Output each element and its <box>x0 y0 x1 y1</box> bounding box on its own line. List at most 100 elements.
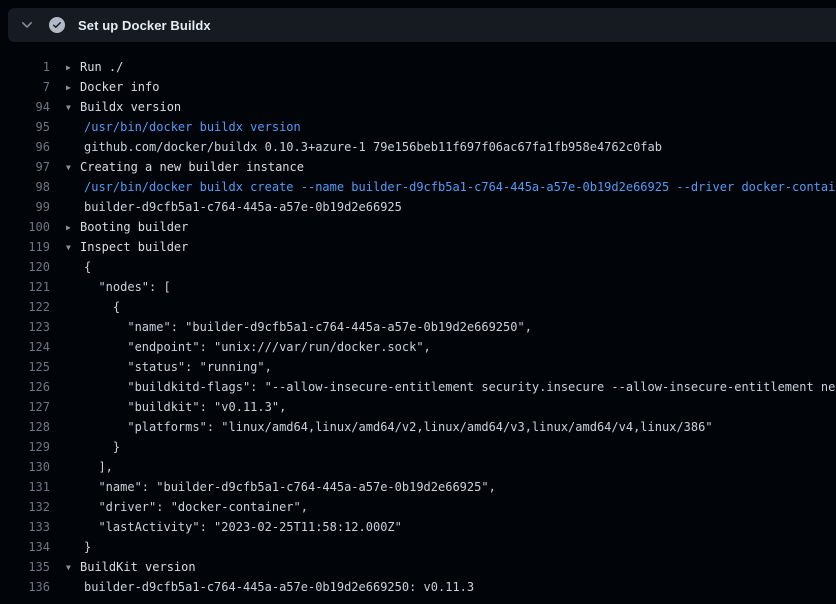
log-line: 133 "lastActivity": "2023-02-25T11:58:12… <box>0 517 836 537</box>
log-text: { <box>84 260 91 274</box>
line-number[interactable]: 121 <box>0 277 50 297</box>
log-line: 98/usr/bin/docker buildx create --name b… <box>0 177 836 197</box>
log-text: } <box>84 440 120 454</box>
line-number[interactable]: 135 <box>0 557 50 577</box>
log-line-body[interactable]: ▶Docker info <box>50 77 159 97</box>
log-line-body[interactable]: ▼Creating a new builder instance <box>50 157 304 177</box>
group-collapse-icon[interactable]: ▼ <box>66 98 80 117</box>
log-line: 125 "status": "running", <box>0 357 836 377</box>
line-number[interactable]: 120 <box>0 257 50 277</box>
log-line: 99 builder-d9cfb5a1-c764-445a-a57e-0b19d2… <box>0 197 836 217</box>
chevron-down-icon[interactable] <box>19 17 35 33</box>
log-line-body[interactable]: ▼Inspect builder <box>50 237 188 257</box>
log-line: 136 builder-d9cfb5a1-c764-445a-a57e-0b19d… <box>0 577 836 597</box>
line-number[interactable]: 96 <box>0 137 50 157</box>
log-line: 123 "name": "builder-d9cfb5a1-c764-445a-… <box>0 317 836 337</box>
line-number[interactable]: 97 <box>0 157 50 177</box>
log-text: "platforms": "linux/amd64,linux/amd64/v2… <box>84 420 713 434</box>
log-line-body: { <box>50 257 91 277</box>
log-text: "endpoint": "unix:///var/run/docker.sock… <box>84 340 431 354</box>
log-group-header: 100▶Booting builder <box>0 217 836 237</box>
log-text: Creating a new builder instance <box>80 160 304 174</box>
log-line-body: { <box>50 297 120 317</box>
log-text: github.com/docker/buildx 0.10.3+azure-1 … <box>84 140 662 154</box>
log-line-body: ], <box>50 457 113 477</box>
log-line-body: } <box>50 437 120 457</box>
log-text: /usr/bin/docker buildx version <box>84 120 301 134</box>
log-text: builder-d9cfb5a1-c764-445a-a57e-0b19d2e6… <box>84 200 402 214</box>
log-line-body: builder-d9cfb5a1-c764-445a-a57e-0b19d2e6… <box>50 197 402 217</box>
log-text: } <box>84 540 91 554</box>
log-line: 132 "driver": "docker-container", <box>0 497 836 517</box>
log-group-header: 1▶Run ./ <box>0 57 836 77</box>
line-number[interactable]: 128 <box>0 417 50 437</box>
log-text: /usr/bin/docker buildx create --name bui… <box>84 180 836 194</box>
step-header[interactable]: Set up Docker Buildx <box>8 8 836 42</box>
log-line-body: "endpoint": "unix:///var/run/docker.sock… <box>50 337 431 357</box>
log-line: 122 { <box>0 297 836 317</box>
log-line: 121 "nodes": [ <box>0 277 836 297</box>
line-number[interactable]: 124 <box>0 337 50 357</box>
log-line-body[interactable]: ▼BuildKit version <box>50 557 196 577</box>
group-expand-icon[interactable]: ▶ <box>66 58 80 77</box>
log-line-body: "status": "running", <box>50 357 272 377</box>
log-line-body: builder-d9cfb5a1-c764-445a-a57e-0b19d2e6… <box>50 577 474 597</box>
line-number[interactable]: 100 <box>0 217 50 237</box>
line-number[interactable]: 1 <box>0 57 50 77</box>
line-number[interactable]: 134 <box>0 537 50 557</box>
log-line: 95/usr/bin/docker buildx version <box>0 117 836 137</box>
line-number[interactable]: 95 <box>0 117 50 137</box>
log-line-body: "platforms": "linux/amd64,linux/amd64/v2… <box>50 417 713 437</box>
line-number[interactable]: 94 <box>0 97 50 117</box>
log-line: 96 github.com/docker/buildx 0.10.3+azure-… <box>0 137 836 157</box>
log-text: "name": "builder-d9cfb5a1-c764-445a-a57e… <box>84 480 496 494</box>
log-text: "driver": "docker-container", <box>84 500 308 514</box>
log-line: 127 "buildkit": "v0.11.3", <box>0 397 836 417</box>
group-collapse-icon[interactable]: ▼ <box>66 158 80 177</box>
line-number[interactable]: 7 <box>0 77 50 97</box>
line-number[interactable]: 127 <box>0 397 50 417</box>
line-number[interactable]: 132 <box>0 497 50 517</box>
step-title: Set up Docker Buildx <box>78 18 211 33</box>
group-collapse-icon[interactable]: ▼ <box>66 238 80 257</box>
log-text: "buildkitd-flags": "--allow-insecure-ent… <box>84 380 836 394</box>
log-text: { <box>84 300 120 314</box>
log-line: 124 "endpoint": "unix:///var/run/docker.… <box>0 337 836 357</box>
line-number[interactable]: 123 <box>0 317 50 337</box>
log-text: "status": "running", <box>84 360 272 374</box>
line-number[interactable]: 98 <box>0 177 50 197</box>
log-group-header: 135▼BuildKit version <box>0 557 836 577</box>
log-text: builder-d9cfb5a1-c764-445a-a57e-0b19d2e6… <box>84 580 474 594</box>
line-number[interactable]: 99 <box>0 197 50 217</box>
log-line-body: /usr/bin/docker buildx version <box>50 117 301 137</box>
log-line-body: "driver": "docker-container", <box>50 497 308 517</box>
log-line-body: "buildkit": "v0.11.3", <box>50 397 286 417</box>
line-number[interactable]: 122 <box>0 297 50 317</box>
log-line: 134} <box>0 537 836 557</box>
group-collapse-icon[interactable]: ▼ <box>66 558 80 577</box>
line-number[interactable]: 136 <box>0 577 50 597</box>
log-line-body[interactable]: ▶Booting builder <box>50 217 188 237</box>
log-line-body[interactable]: ▶Run ./ <box>50 57 123 77</box>
log-group-header: 7▶Docker info <box>0 77 836 97</box>
line-number[interactable]: 119 <box>0 237 50 257</box>
log-line-body[interactable]: ▼Buildx version <box>50 97 181 117</box>
log-line: 120 { <box>0 257 836 277</box>
line-number[interactable]: 129 <box>0 437 50 457</box>
line-number[interactable]: 125 <box>0 357 50 377</box>
line-number[interactable]: 131 <box>0 477 50 497</box>
line-number[interactable]: 126 <box>0 377 50 397</box>
line-number[interactable]: 130 <box>0 457 50 477</box>
log-line-body: "name": "builder-d9cfb5a1-c764-445a-a57e… <box>50 477 496 497</box>
group-expand-icon[interactable]: ▶ <box>66 218 80 237</box>
log-line: 129 } <box>0 437 836 457</box>
log-text: "buildkit": "v0.11.3", <box>84 400 286 414</box>
log-text: "nodes": [ <box>84 280 171 294</box>
log-text: "name": "builder-d9cfb5a1-c764-445a-a57e… <box>84 320 532 334</box>
log-text: Buildx version <box>80 100 181 114</box>
line-number[interactable]: 133 <box>0 517 50 537</box>
log-text: Booting builder <box>80 220 188 234</box>
group-expand-icon[interactable]: ▶ <box>66 78 80 97</box>
log-text: "lastActivity": "2023-02-25T11:58:12.000… <box>84 520 402 534</box>
log-text: BuildKit version <box>80 560 196 574</box>
